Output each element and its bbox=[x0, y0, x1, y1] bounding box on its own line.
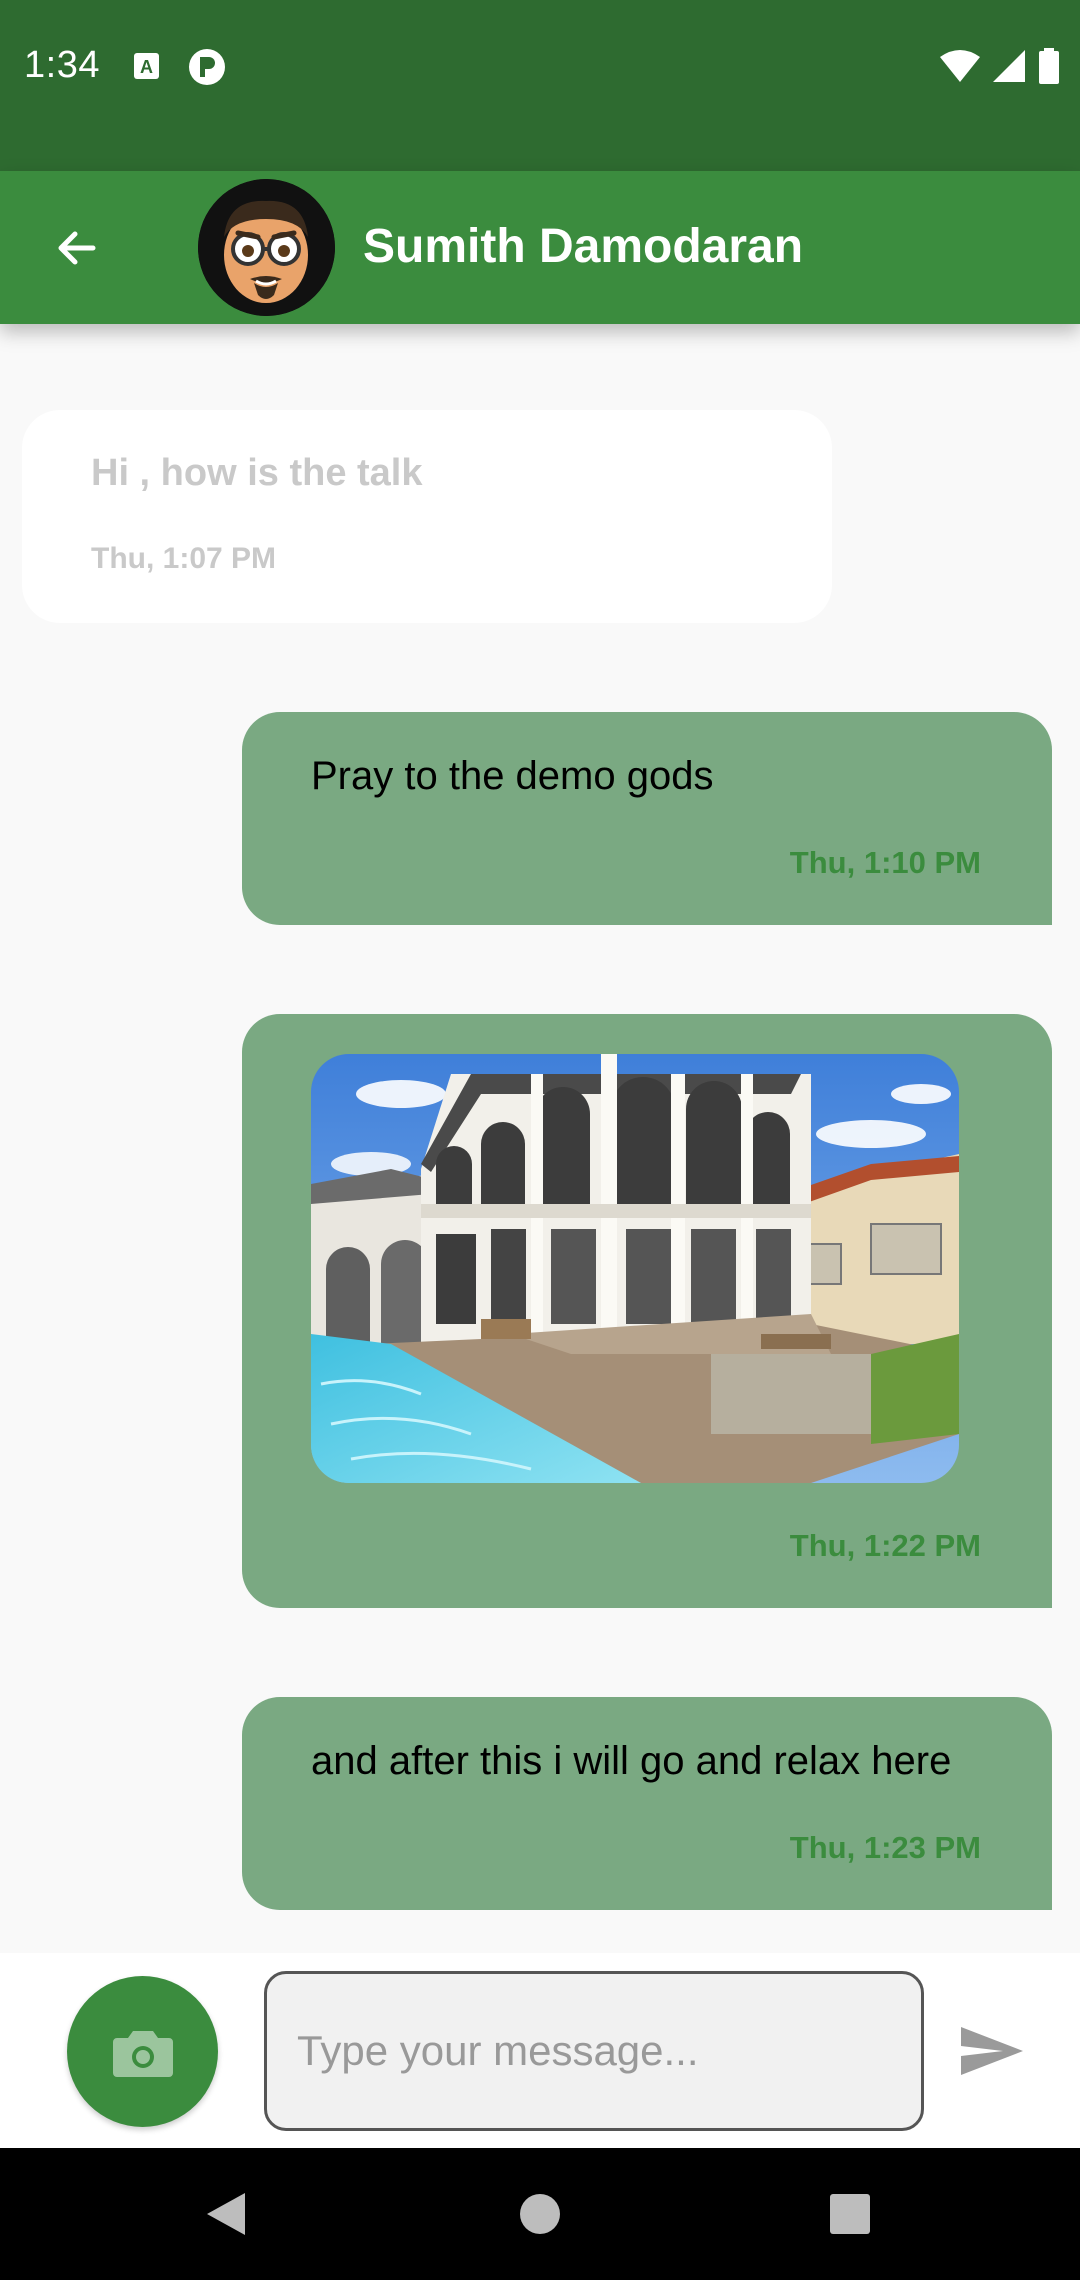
home-circle-icon bbox=[520, 2194, 560, 2234]
message-text: Hi , how is the talk bbox=[91, 452, 423, 494]
nav-back-button[interactable] bbox=[196, 2184, 256, 2244]
message-composer bbox=[0, 1953, 1080, 2148]
signal-icon bbox=[993, 50, 1025, 82]
app-bar: Sumith Damodaran bbox=[0, 171, 1080, 324]
send-button[interactable] bbox=[955, 2016, 1029, 2086]
back-triangle-icon bbox=[207, 2193, 245, 2235]
message-timestamp: Thu, 1:10 PM bbox=[789, 845, 981, 880]
nav-recents-button[interactable] bbox=[820, 2184, 880, 2244]
message-timestamp: Thu, 1:07 PM bbox=[91, 542, 277, 575]
system-navigation-bar bbox=[0, 2148, 1080, 2280]
wifi-icon bbox=[940, 50, 980, 82]
message-bubble-outgoing[interactable]: and after this i will go and relax here … bbox=[242, 1697, 1052, 1910]
back-button[interactable] bbox=[40, 211, 114, 285]
message-input[interactable] bbox=[264, 1971, 924, 2131]
message-text: Pray to the demo gods bbox=[311, 754, 714, 798]
house-with-pool-photo[interactable] bbox=[311, 1054, 959, 1483]
status-time: 1:34 bbox=[24, 44, 100, 86]
message-timestamp: Thu, 1:23 PM bbox=[789, 1830, 981, 1865]
message-bubble-incoming[interactable]: Hi , how is the talk Thu, 1:07 PM bbox=[22, 410, 832, 623]
svg-text:A: A bbox=[140, 57, 153, 77]
message-timestamp: Thu, 1:22 PM bbox=[789, 1528, 981, 1563]
avatar-cartoon-face bbox=[198, 179, 335, 316]
message-bubble-outgoing-image[interactable]: Thu, 1:22 PM bbox=[242, 1014, 1052, 1608]
arrow-left-icon bbox=[58, 231, 96, 265]
message-bubble-outgoing[interactable]: Pray to the demo gods Thu, 1:10 PM bbox=[242, 712, 1052, 925]
photo-illustration bbox=[311, 1054, 959, 1483]
status-bar: 1:34 A bbox=[0, 0, 1080, 171]
contact-name[interactable]: Sumith Damodaran bbox=[363, 219, 803, 274]
nav-home-button[interactable] bbox=[510, 2184, 570, 2244]
send-icon bbox=[961, 2027, 1023, 2075]
recents-square-icon bbox=[830, 2194, 870, 2234]
camera-icon bbox=[112, 2030, 173, 2077]
status-icons bbox=[940, 46, 1060, 86]
p-notification-icon bbox=[189, 49, 225, 85]
avatar[interactable] bbox=[198, 179, 335, 316]
battery-icon bbox=[1039, 48, 1059, 84]
a-notification-icon: A bbox=[134, 53, 159, 79]
message-text: and after this i will go and relax here bbox=[311, 1739, 952, 1783]
camera-button[interactable] bbox=[67, 1976, 218, 2127]
